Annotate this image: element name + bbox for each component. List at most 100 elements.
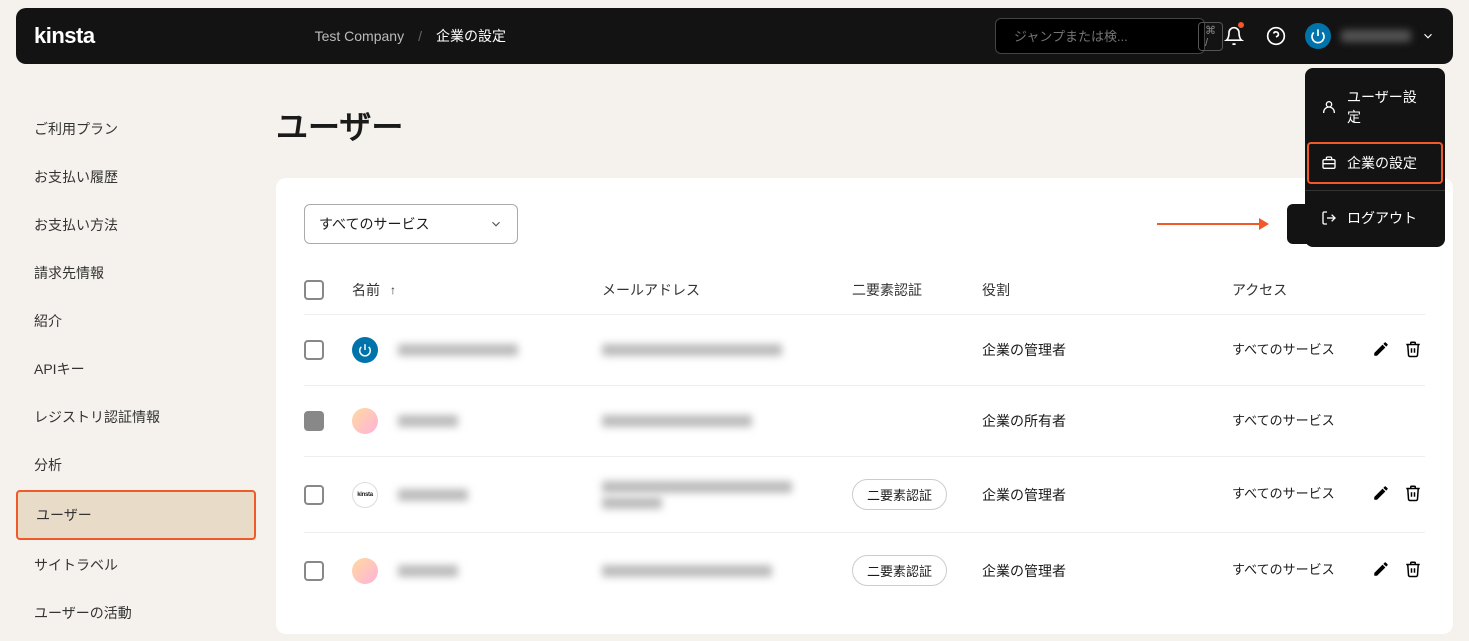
breadcrumb-separator: / (418, 28, 422, 44)
row-checkbox[interactable] (304, 340, 324, 360)
header-role[interactable]: 役割 (982, 280, 1232, 300)
sidebar-item-referral[interactable]: 紹介 (16, 298, 256, 344)
menu-item-company-settings[interactable]: 企業の設定 (1305, 140, 1445, 186)
edit-button[interactable] (1372, 560, 1390, 581)
sidebar-item-users[interactable]: ユーザー (16, 490, 256, 540)
header-email[interactable]: メールアドレス (602, 280, 852, 300)
sort-arrow-icon: ↑ (390, 283, 396, 297)
search-input[interactable] (1014, 29, 1190, 44)
delete-button[interactable] (1404, 484, 1422, 505)
notification-dot (1238, 22, 1244, 28)
email-redacted (602, 415, 752, 427)
edit-button[interactable] (1372, 484, 1390, 505)
topbar: kinsta Test Company / 企業の設定 ⌘ / xxxxx xx… (16, 8, 1453, 64)
row-role: 企業の管理者 (982, 485, 1232, 505)
logo: kinsta (34, 23, 95, 49)
select-all-checkbox[interactable] (304, 280, 324, 300)
filter-label: すべてのサービス (319, 214, 429, 234)
name-redacted (398, 565, 458, 577)
menu-label: ユーザー設定 (1347, 87, 1429, 127)
bell-icon (1224, 26, 1244, 46)
name-redacted (398, 415, 458, 427)
table-header: 名前 ↑ メールアドレス 二要素認証 役割 アクセス (304, 272, 1425, 315)
trash-icon (1404, 340, 1422, 358)
menu-item-logout[interactable]: ログアウト (1305, 195, 1445, 241)
pencil-icon (1372, 484, 1390, 502)
service-filter[interactable]: すべてのサービス (304, 204, 518, 244)
row-avatar (352, 337, 378, 363)
email-redacted (602, 481, 792, 493)
row-role: 企業の管理者 (982, 340, 1232, 360)
delete-button[interactable] (1404, 340, 1422, 361)
chevron-down-icon (489, 217, 503, 231)
sidebar-item-activity[interactable]: ユーザーの活動 (16, 590, 256, 636)
search-shortcut: ⌘ / (1198, 22, 1223, 51)
menu-divider (1305, 190, 1445, 191)
breadcrumb-company[interactable]: Test Company (315, 28, 404, 44)
briefcase-icon (1321, 155, 1337, 171)
menu-label: ログアウト (1347, 208, 1417, 228)
user-avatar (1305, 23, 1331, 49)
row-avatar (352, 558, 378, 584)
user-name-redacted: xxxxx xxxx (1341, 30, 1411, 42)
breadcrumb-section[interactable]: 企業の設定 (436, 26, 506, 46)
delete-button[interactable] (1404, 560, 1422, 581)
pencil-icon (1372, 560, 1390, 578)
row-checkbox[interactable] (304, 411, 324, 431)
row-checkbox[interactable] (304, 485, 324, 505)
menu-item-user-settings[interactable]: ユーザー設定 (1305, 74, 1445, 140)
name-redacted (398, 489, 468, 501)
card-toolbar: すべてのサービス ユーザーを招待 (304, 204, 1425, 244)
table-row: 企業の所有者 すべてのサービス (304, 386, 1425, 457)
pencil-icon (1372, 340, 1390, 358)
table-row: kinsta 二要素認証 企業の管理者 すべてのサービス (304, 457, 1425, 533)
user-menu: ユーザー設定 企業の設定 ログアウト (1305, 68, 1445, 247)
sidebar-item-api-keys[interactable]: APIキー (16, 346, 256, 392)
twofa-badge: 二要素認証 (852, 555, 947, 586)
sidebar-item-billing[interactable]: 請求先情報 (16, 250, 256, 296)
header-access[interactable]: アクセス (1232, 280, 1352, 300)
name-redacted (398, 344, 518, 356)
trash-icon (1404, 484, 1422, 502)
row-checkbox[interactable] (304, 561, 324, 581)
table-row: 企業の管理者 すべてのサービス (304, 315, 1425, 386)
menu-label: 企業の設定 (1347, 153, 1417, 173)
sidebar-item-payment-history[interactable]: お支払い履歴 (16, 154, 256, 200)
row-access: すべてのサービス (1232, 412, 1352, 430)
help-button[interactable] (1263, 23, 1289, 49)
users-table: 名前 ↑ メールアドレス 二要素認証 役割 アクセス 企業の (304, 272, 1425, 608)
help-icon (1266, 26, 1286, 46)
sidebar: ご利用プラン お支払い履歴 お支払い方法 請求先情報 紹介 APIキー レジスト… (16, 72, 256, 638)
topbar-right: ⌘ / xxxxx xxxx (995, 18, 1435, 54)
twofa-badge: 二要素認証 (852, 479, 947, 510)
annotation-arrow (1157, 223, 1267, 225)
header-name[interactable]: 名前 (352, 280, 380, 300)
search-box[interactable]: ⌘ / (995, 18, 1205, 54)
users-card: すべてのサービス ユーザーを招待 名前 ↑ メールアドレス 二要素認証 役割 ア… (276, 178, 1453, 634)
email-redacted (602, 565, 772, 577)
sidebar-item-analytics[interactable]: 分析 (16, 442, 256, 488)
chevron-down-icon (1421, 29, 1435, 43)
row-role: 企業の管理者 (982, 561, 1232, 581)
row-role: 企業の所有者 (982, 411, 1232, 431)
power-icon (1310, 28, 1326, 44)
header-2fa[interactable]: 二要素認証 (852, 280, 982, 300)
user-chip[interactable]: xxxxx xxxx (1305, 23, 1435, 49)
logout-icon (1321, 210, 1337, 226)
edit-button[interactable] (1372, 340, 1390, 361)
trash-icon (1404, 560, 1422, 578)
row-access: すべてのサービス (1232, 341, 1352, 359)
notifications-button[interactable] (1221, 23, 1247, 49)
sidebar-item-plan[interactable]: ご利用プラン (16, 106, 256, 152)
email-redacted (602, 497, 662, 509)
row-avatar: kinsta (352, 482, 378, 508)
email-redacted (602, 344, 782, 356)
power-icon (358, 343, 372, 357)
sidebar-item-payment-method[interactable]: お支払い方法 (16, 202, 256, 248)
main: ユーザー すべてのサービス ユーザーを招待 名前 ↑ メールアドレス 二要素認証… (256, 72, 1453, 638)
row-avatar (352, 408, 378, 434)
sidebar-item-site-labels[interactable]: サイトラベル (16, 542, 256, 588)
breadcrumb: Test Company / 企業の設定 (315, 26, 506, 46)
user-icon (1321, 99, 1337, 115)
sidebar-item-registry[interactable]: レジストリ認証情報 (16, 394, 256, 440)
